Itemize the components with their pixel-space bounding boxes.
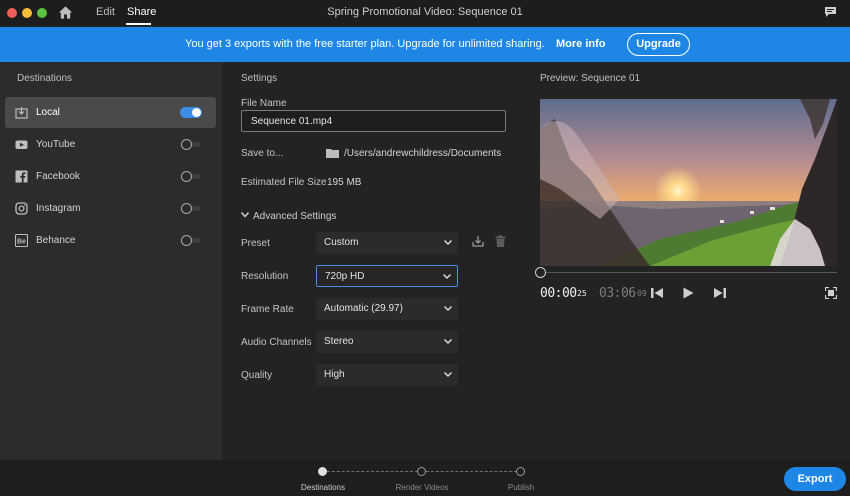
resolution-label: Resolution	[241, 271, 289, 282]
destination-youtube[interactable]: YouTube	[5, 129, 216, 160]
step-label-render-videos: Render Videos	[395, 483, 449, 492]
step-dot-render-videos	[417, 467, 426, 476]
upgrade-banner: You get 3 exports with the free starter …	[0, 27, 850, 62]
timeline-scrubber[interactable]	[540, 272, 837, 273]
local-toggle[interactable]	[180, 107, 202, 118]
file-name-value: Sequence 01.mp4	[251, 116, 333, 127]
facebook-toggle[interactable]	[180, 171, 202, 182]
file-size-label: Estimated File Size	[241, 177, 327, 188]
step-dot-destinations	[318, 467, 327, 476]
svg-text:Be: Be	[17, 239, 26, 246]
destination-label: Local	[36, 107, 60, 118]
frame-rate-value: Automatic (29.97)	[324, 303, 403, 314]
preset-select[interactable]: Custom	[316, 232, 458, 254]
chevron-down-icon[interactable]	[241, 212, 249, 218]
audio-channels-label: Audio Channels	[241, 337, 312, 348]
instagram-icon	[15, 202, 28, 215]
step-connector	[426, 471, 517, 472]
folder-icon[interactable]	[326, 148, 339, 158]
chevron-down-icon	[443, 274, 451, 279]
resolution-select[interactable]: 720p HD	[316, 265, 458, 287]
quality-label: Quality	[241, 370, 273, 381]
trash-icon[interactable]	[495, 235, 506, 247]
title-bar: Edit Share Spring Promotional Video: Seq…	[0, 0, 850, 26]
step-connector	[327, 471, 418, 472]
destination-label: Behance	[36, 235, 76, 246]
video-preview[interactable]	[540, 99, 837, 266]
file-name-input[interactable]: Sequence 01.mp4	[241, 110, 506, 132]
quality-value: High	[324, 369, 345, 380]
playhead-handle[interactable]	[535, 267, 546, 278]
active-menu-indicator	[126, 23, 151, 25]
frame-rate-select[interactable]: Automatic (29.97)	[316, 298, 458, 320]
chevron-down-icon	[444, 240, 452, 245]
youtube-icon	[15, 140, 28, 149]
behance-icon: Be	[15, 234, 28, 247]
feedback-icon[interactable]	[824, 6, 837, 18]
destination-instagram[interactable]: Instagram	[5, 193, 216, 224]
destination-label: Facebook	[36, 171, 80, 182]
local-export-icon	[15, 107, 28, 119]
destinations-panel: Destinations Local YouTube Facebook Inst…	[0, 62, 222, 460]
save-to-path[interactable]: /Users/andrewchildress/Documents	[344, 148, 501, 159]
window-title: Spring Promotional Video: Sequence 01	[327, 6, 523, 18]
banner-message: You get 3 exports with the free starter …	[185, 38, 545, 50]
preview-title: Preview: Sequence 01	[540, 73, 641, 84]
quality-select[interactable]: High	[316, 364, 458, 386]
duration-timecode: 03:06	[599, 286, 636, 301]
resolution-value: 720p HD	[325, 271, 365, 282]
settings-panel: Settings File Name Sequence 01.mp4 Save …	[222, 62, 526, 460]
facebook-icon	[15, 170, 28, 183]
preset-label: Preset	[241, 238, 270, 249]
duration-timecode-frames: 09	[637, 289, 647, 298]
step-dot-publish	[516, 467, 525, 476]
chevron-down-icon	[444, 306, 452, 311]
file-name-label: File Name	[241, 98, 287, 109]
instagram-toggle[interactable]	[180, 203, 202, 214]
audio-channels-value: Stereo	[324, 336, 354, 347]
advanced-settings-toggle[interactable]: Advanced Settings	[253, 211, 336, 222]
step-forward-icon[interactable]	[713, 287, 726, 299]
step-label-publish: Publish	[507, 483, 535, 492]
save-preset-icon[interactable]	[472, 235, 484, 247]
more-info-link[interactable]: More info	[556, 38, 606, 50]
destination-facebook[interactable]: Facebook	[5, 161, 216, 192]
chevron-down-icon	[444, 372, 452, 377]
destination-label: YouTube	[36, 139, 76, 150]
behance-toggle[interactable]	[180, 235, 202, 246]
destination-local[interactable]: Local	[5, 97, 216, 128]
play-icon[interactable]	[683, 287, 694, 299]
step-label-destinations: Destinations	[300, 483, 346, 492]
settings-title: Settings	[241, 73, 278, 84]
destination-behance[interactable]: Be Behance	[5, 225, 216, 256]
destination-label: Instagram	[36, 203, 81, 214]
youtube-toggle[interactable]	[180, 139, 202, 150]
upgrade-button[interactable]: Upgrade	[627, 33, 690, 56]
current-timecode-frames: 25	[577, 289, 587, 298]
step-back-icon[interactable]	[651, 287, 664, 299]
audio-channels-select[interactable]: Stereo	[316, 331, 458, 353]
fullscreen-icon[interactable]	[825, 287, 837, 299]
destinations-title: Destinations	[17, 73, 73, 84]
file-size-value: 195 MB	[327, 177, 362, 188]
save-to-label: Save to...	[241, 148, 284, 159]
export-button[interactable]: Export	[784, 467, 846, 491]
chevron-down-icon	[444, 339, 452, 344]
frame-rate-label: Frame Rate	[241, 304, 294, 315]
current-timecode: 00:00	[540, 286, 577, 301]
preset-value: Custom	[324, 237, 359, 248]
